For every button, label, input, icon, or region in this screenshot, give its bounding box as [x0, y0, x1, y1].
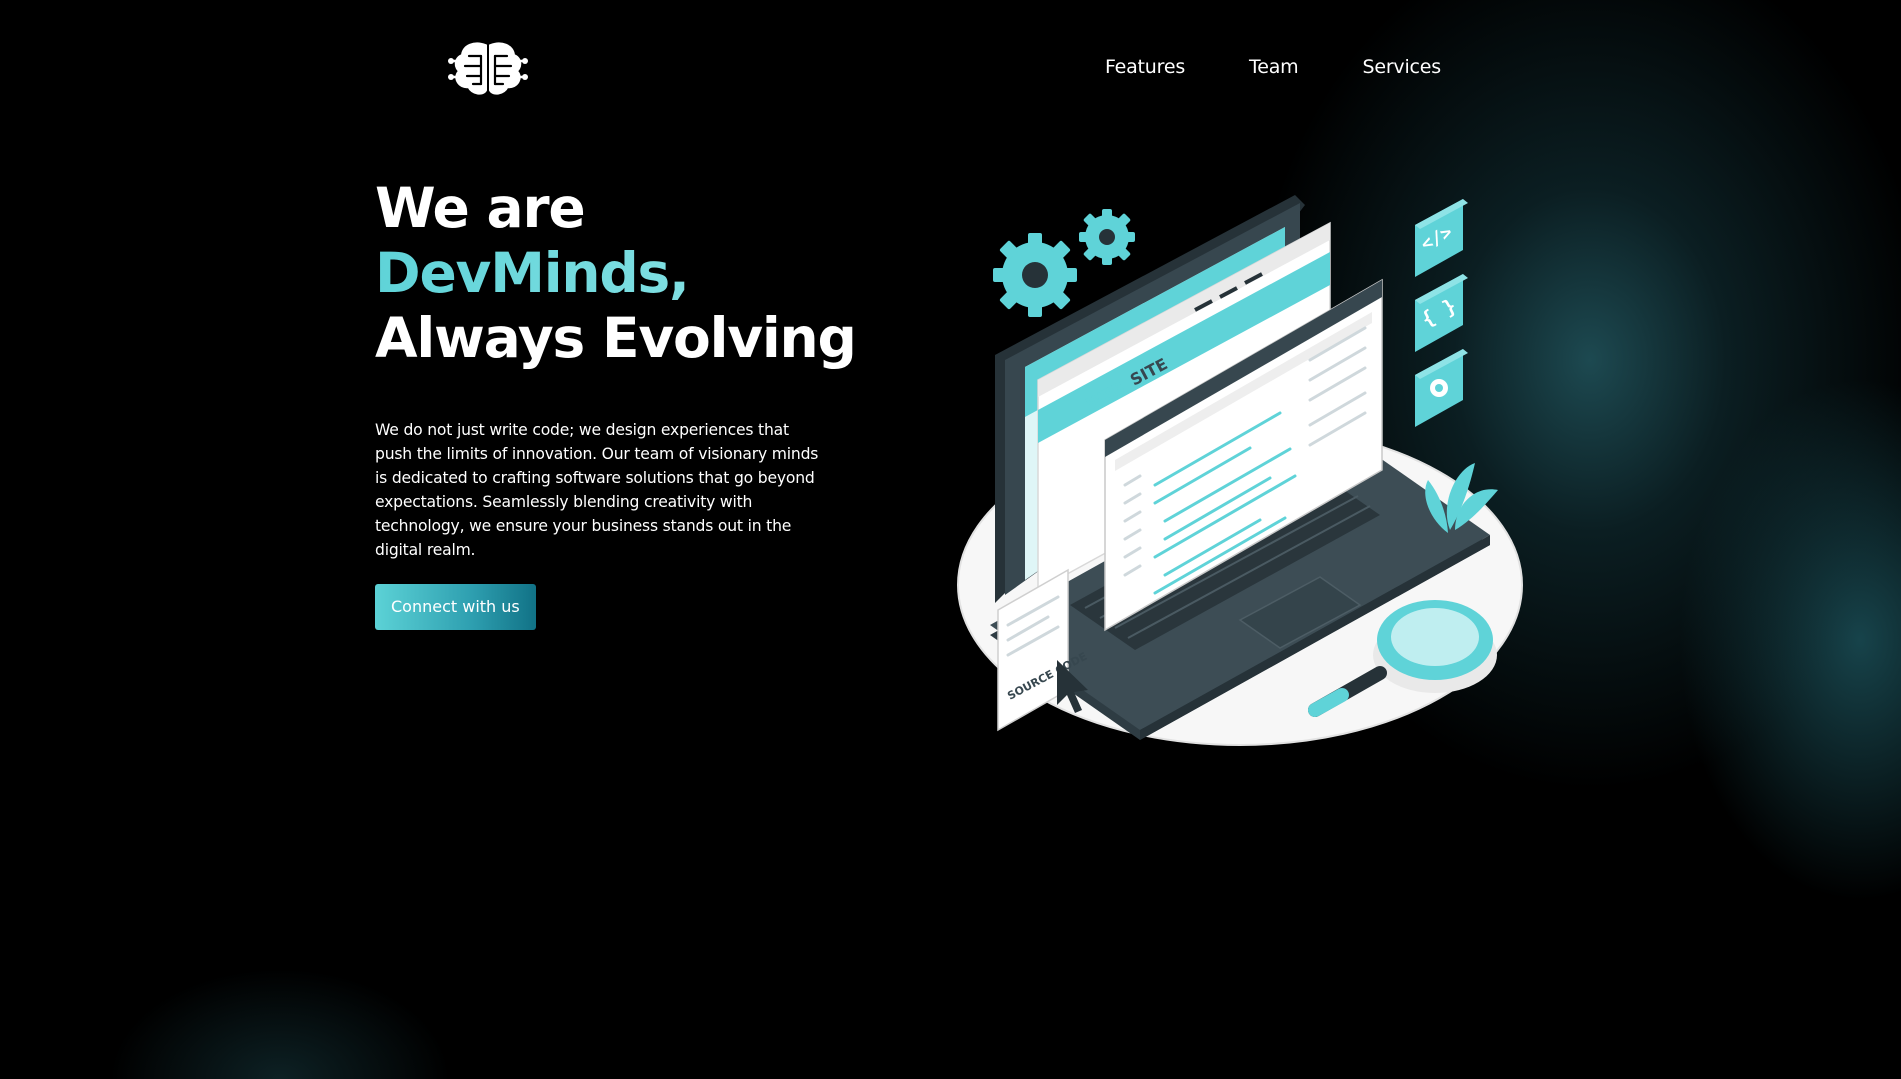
gear-small-icon [1079, 209, 1135, 265]
hero-brand-name: DevMinds, [375, 241, 895, 306]
hero-section: We are DevMinds, Always Evolving We do n… [375, 176, 895, 630]
nav-link-team[interactable]: Team [1249, 56, 1299, 78]
gear-large-icon [993, 233, 1077, 317]
hero-description: We do not just write code; we design exp… [375, 421, 819, 559]
landing-page: Features Team Services We are DevMinds, … [0, 0, 1901, 1079]
connect-button[interactable]: Connect with us [375, 584, 536, 630]
gear-tile [1415, 349, 1468, 427]
hero-heading: We are DevMinds, Always Evolving [375, 176, 895, 371]
main-nav: Features Team Services [1105, 56, 1441, 78]
brain-logo-icon[interactable] [447, 40, 529, 100]
code-tag-tile: </> [1415, 199, 1468, 277]
nav-link-features[interactable]: Features [1105, 56, 1185, 78]
nav-link-services[interactable]: Services [1362, 56, 1441, 78]
hero-heading-line-3: Always Evolving [375, 306, 857, 370]
hero-heading-line-1: We are [375, 176, 586, 240]
curly-braces-tile: { } [1415, 274, 1468, 352]
laptop-illustration: WEB SITE </> {} SOURCE CODE [957, 195, 1523, 746]
